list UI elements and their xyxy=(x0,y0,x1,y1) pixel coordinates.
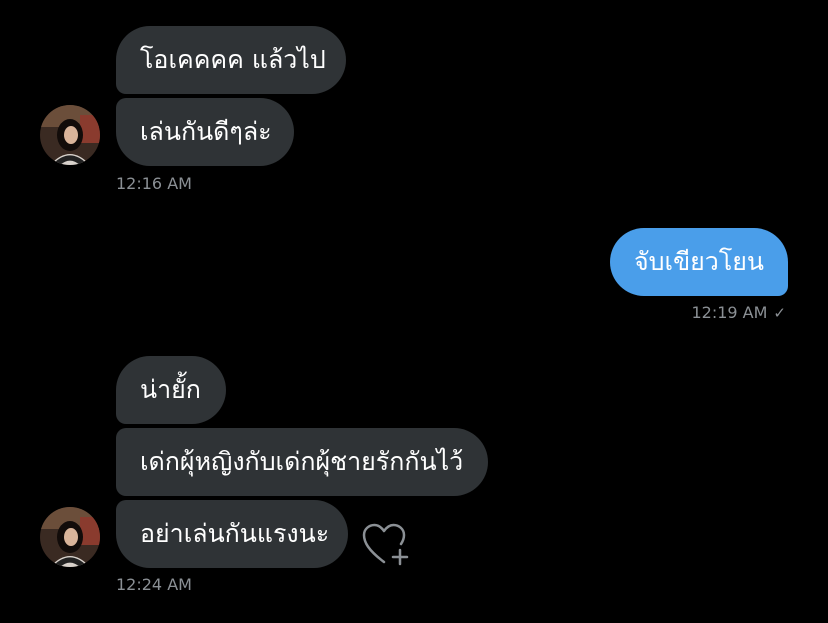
message-bubble[interactable]: เด่กผุ้หญิงกับเด่กผุ้ชายรักกันไว้ xyxy=(116,428,488,496)
timestamp: 12:19 AM ✓ xyxy=(691,303,786,322)
avatar-image xyxy=(40,105,100,165)
message-bubble[interactable]: จับเขียวโยน xyxy=(610,228,788,296)
avatar[interactable] xyxy=(40,507,100,567)
heart-plus-icon[interactable] xyxy=(362,522,410,566)
timestamp: 12:24 AM xyxy=(116,575,192,594)
message-bubble[interactable]: น่ายั้ก xyxy=(116,356,226,424)
timestamp: 12:16 AM xyxy=(116,174,192,193)
message-bubble[interactable]: เล่นกันดีๆล่ะ xyxy=(116,98,294,166)
message-bubble[interactable]: โอเคคคค แล้วไป xyxy=(116,26,346,94)
avatar[interactable] xyxy=(40,105,100,165)
message-bubble[interactable]: อย่าเล่นกันแรงนะ xyxy=(116,500,348,568)
conversation-view: โอเคคคค แล้วไป เล่นกันดีๆล่ะ 12:16 AM จั… xyxy=(0,0,828,623)
timestamp-text: 12:19 AM xyxy=(691,303,768,322)
check-icon: ✓ xyxy=(773,304,786,322)
avatar-image xyxy=(40,507,100,567)
